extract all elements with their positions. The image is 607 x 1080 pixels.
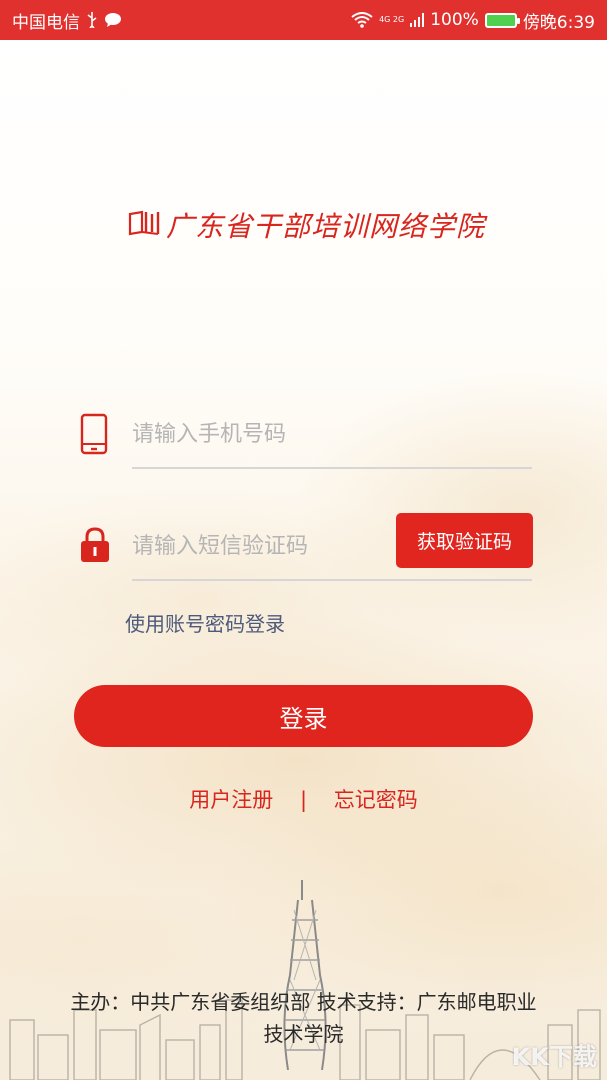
usb-icon — [86, 12, 98, 28]
get-code-button[interactable]: 获取验证码 — [396, 513, 533, 568]
phone-underline — [132, 467, 532, 469]
forgot-password-link[interactable]: 忘记密码 — [334, 788, 418, 812]
app-logo: 广东省干部培训网络学院 — [128, 205, 485, 245]
signal-icon: 4G 2G — [379, 16, 404, 24]
battery-icon — [484, 12, 520, 28]
password-login-link[interactable]: 使用账号密码登录 — [125, 608, 285, 637]
network-label: 4G 2G — [379, 15, 405, 24]
register-link[interactable]: 用户注册 — [189, 788, 273, 812]
auth-links: 用户注册 | 忘记密码 — [0, 784, 607, 814]
footer-credits: 主办：中共广东省委组织部 技术支持：广东邮电职业 技术学院 — [20, 986, 587, 1050]
lock-icon — [80, 527, 110, 567]
sms-code-input[interactable] — [132, 526, 387, 566]
logo-title: 广东省干部培训网络学院 — [166, 210, 486, 243]
wifi-icon — [351, 12, 373, 28]
battery-percent: 100% — [430, 10, 479, 30]
status-bar: 中国电信 4G 2G 100% 傍晚6:39 — [0, 0, 607, 40]
message-icon — [104, 12, 122, 28]
signal-bars-icon — [410, 13, 425, 27]
phone-input[interactable] — [132, 414, 527, 454]
footer-line-2: 技术学院 — [263, 1022, 344, 1046]
login-button[interactable]: 登录 — [74, 685, 533, 747]
clock: 傍晚6:39 — [522, 12, 595, 33]
code-underline — [132, 579, 532, 581]
carrier-label: 中国电信 — [12, 12, 80, 33]
status-left: 中国电信 — [12, 8, 122, 33]
status-right: 4G 2G 100% 傍晚6:39 — [351, 8, 595, 33]
link-separator: | — [299, 788, 308, 812]
phone-icon — [80, 413, 108, 459]
footer-line-1: 主办：中共广东省委组织部 技术支持：广东邮电职业 — [70, 990, 537, 1014]
watermark: KK下载 — [511, 1043, 597, 1071]
book-logo-icon — [128, 208, 160, 242]
